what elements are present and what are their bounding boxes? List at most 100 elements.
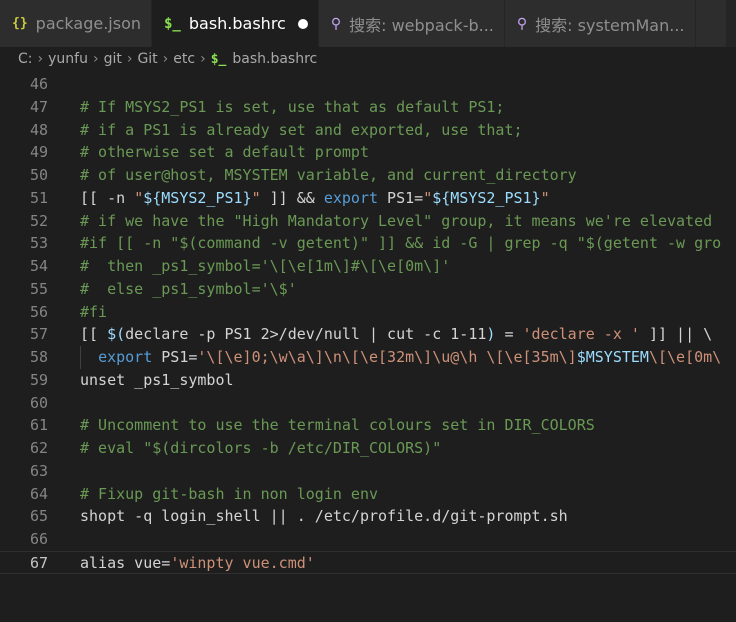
line-number: 46	[29, 75, 48, 93]
code-line[interactable]: 56 #fi	[0, 301, 736, 324]
line-code: # eval "$(dircolors -b /etc/DIR_COLORS)"	[80, 437, 441, 460]
tab-label: 搜索: webpack-b...	[349, 15, 494, 35]
line-number: 52	[29, 212, 48, 230]
line-number: 58	[29, 348, 48, 366]
code-line[interactable]: 64 # Fixup git-bash in non login env	[0, 483, 736, 506]
chevron-right-icon: ›	[37, 51, 44, 67]
code-line[interactable]: 61 # Uncomment to use the terminal colour…	[0, 414, 736, 437]
line-number: 53	[29, 234, 48, 252]
code-line[interactable]: 54 # then _ps1_symbol='\[\e[1m\]#\[\e[0m\…	[0, 255, 736, 278]
line-number: 63	[29, 462, 48, 480]
tab-bar: {} package.json $_ bash.bashrc ⚲ 搜索: webpack-…	[0, 0, 736, 47]
chevron-right-icon: ›	[200, 51, 206, 67]
line-number: 65	[29, 507, 48, 525]
code-line[interactable]: 46	[0, 73, 736, 96]
code-token: ]] || \	[639, 325, 713, 343]
chevron-right-icon: ›	[92, 51, 99, 67]
code-token: alias vue=	[80, 554, 171, 572]
code-editor[interactable]: 46 47 # If MSYS2_PS1 is set, use that as d…	[0, 71, 736, 622]
code-token: # otherwise set a default prompt	[80, 143, 369, 161]
tab-overflow-search-icon[interactable]	[695, 0, 726, 47]
chevron-right-icon: ›	[126, 51, 133, 67]
tab-3[interactable]: ⚲ 搜索: systemMan...	[504, 0, 696, 47]
line-number: 67	[29, 554, 48, 572]
tab-label: package.json	[35, 14, 141, 33]
code-token: [[	[80, 325, 108, 343]
tab-2[interactable]: ⚲ 搜索: webpack-b...	[318, 0, 505, 47]
line-number: 56	[29, 303, 48, 321]
code-token: # Fixup git-bash in non login env	[80, 485, 379, 503]
tab-0[interactable]: {} package.json	[0, 0, 152, 47]
code-line[interactable]: 49 # otherwise set a default prompt	[0, 141, 736, 164]
code-token: =	[495, 325, 523, 343]
code-line[interactable]: 57 [[ $(declare -p PS1 2>/dev/null | cut …	[0, 323, 736, 346]
line-number: 55	[29, 280, 48, 298]
code-token: # else _ps1_symbol='\$'	[80, 280, 297, 298]
code-line[interactable]: 66	[0, 528, 736, 551]
code-token: shopt -q login_shell || . /etc/profile.d…	[80, 507, 568, 525]
code-token: '\[\e]0;\w\a\]\n\[\e[32m\]\u@\h \[\e[35m…	[197, 348, 577, 366]
code-line[interactable]: 59 unset _ps1_symbol	[0, 369, 736, 392]
code-line[interactable]: 62 # eval "$(dircolors -b /etc/DIR_COLORS…	[0, 437, 736, 460]
code-token: # eval "$(dircolors -b /etc/DIR_COLORS)"	[80, 439, 442, 457]
line-number: 51	[29, 189, 48, 207]
tab-1[interactable]: $_ bash.bashrc	[152, 0, 319, 47]
code-line[interactable]: 53 #if [[ -n "$(command -v getent)" ]] &&…	[0, 232, 736, 255]
line-code: [[ -n "${MSYS2_PS1}" ]] && export PS1="$…	[80, 187, 550, 210]
code-token: "	[251, 189, 261, 207]
code-line[interactable]: 51 [[ -n "${MSYS2_PS1}" ]] && export PS1=…	[0, 187, 736, 210]
code-token: [[ -n	[80, 189, 135, 207]
line-number: 48	[29, 121, 48, 139]
breadcrumb-segment[interactable]: git	[104, 51, 122, 67]
code-line[interactable]: 52 # if we have the "High Mandatory Level…	[0, 210, 736, 233]
line-code: # otherwise set a default prompt	[80, 141, 369, 164]
code-line[interactable]: 50 # of user@host, MSYSTEM variable, and …	[0, 164, 736, 187]
code-token: ${MSYS2_PS1}	[143, 189, 252, 207]
line-number: 54	[29, 257, 48, 275]
line-code: unset _ps1_symbol	[80, 369, 234, 392]
line-code: export PS1='\[\e]0;\w\a\]\n\[\e[32m\]\u@…	[80, 346, 721, 369]
tab-label: 搜索: systemMan...	[535, 15, 685, 35]
code-line[interactable]: 47 # If MSYS2_PS1 is set, use that as def…	[0, 96, 736, 119]
code-token: $(	[107, 325, 126, 343]
code-token: \[\e[0m\	[648, 348, 722, 366]
line-code: # if we have the "High Mandatory Level" …	[80, 210, 712, 233]
line-code: # else _ps1_symbol='\$'	[80, 278, 297, 301]
code-line[interactable]: 65 shopt -q login_shell || . /etc/profile…	[0, 505, 736, 528]
line-number: 66	[29, 530, 48, 548]
line-number: 60	[29, 394, 48, 412]
code-line[interactable]: 55 # else _ps1_symbol='\$'	[0, 278, 736, 301]
breadcrumb-segment[interactable]: C:	[18, 51, 33, 67]
shell-file-icon: $_	[210, 51, 227, 67]
code-line[interactable]: 48 # if a PS1 is already set and exported…	[0, 119, 736, 142]
code-token: # Uncomment to use the terminal colours …	[80, 416, 595, 434]
breadcrumb-file[interactable]: bash.bashrc	[232, 51, 317, 67]
breadcrumb: C: › yunfu › git › Git › etc › $_ bash.bashrc	[0, 47, 736, 71]
line-number: 47	[29, 98, 48, 116]
code-line[interactable]: 67 alias vue='winpty vue.cmd'	[0, 551, 736, 574]
code-token: PS1=	[378, 189, 424, 207]
code-token: $MSYSTEM	[576, 348, 649, 366]
line-number: 64	[29, 485, 48, 503]
code-token: "	[134, 189, 144, 207]
code-token: "	[423, 189, 433, 207]
line-number: 49	[29, 143, 48, 161]
breadcrumb-segment[interactable]: Git	[137, 51, 157, 67]
line-number: 62	[29, 439, 48, 457]
unsaved-dot-icon[interactable]	[297, 18, 308, 29]
breadcrumb-segment[interactable]: yunfu	[48, 51, 88, 67]
code-token: unset _ps1_symbol	[80, 371, 234, 389]
breadcrumb-segment[interactable]: etc	[173, 51, 195, 67]
code-token: "	[540, 189, 550, 207]
tab-label: bash.bashrc	[188, 14, 286, 33]
line-code: # of user@host, MSYSTEM variable, and cu…	[80, 164, 577, 187]
code-line[interactable]: 60	[0, 392, 736, 415]
code-line[interactable]: 58 export PS1='\[\e]0;\w\a\]\n\[\e[32m\]…	[0, 346, 736, 369]
code-token: 'winpty vue.cmd'	[170, 554, 315, 572]
line-code: # if a PS1 is already set and exported, …	[80, 119, 523, 142]
line-code: #fi	[80, 301, 107, 324]
code-token: # then _ps1_symbol='\[\e[1m\]#\[\e[0m\]'	[80, 257, 451, 275]
code-line[interactable]: 63	[0, 460, 736, 483]
code-token: PS1=	[152, 348, 198, 366]
